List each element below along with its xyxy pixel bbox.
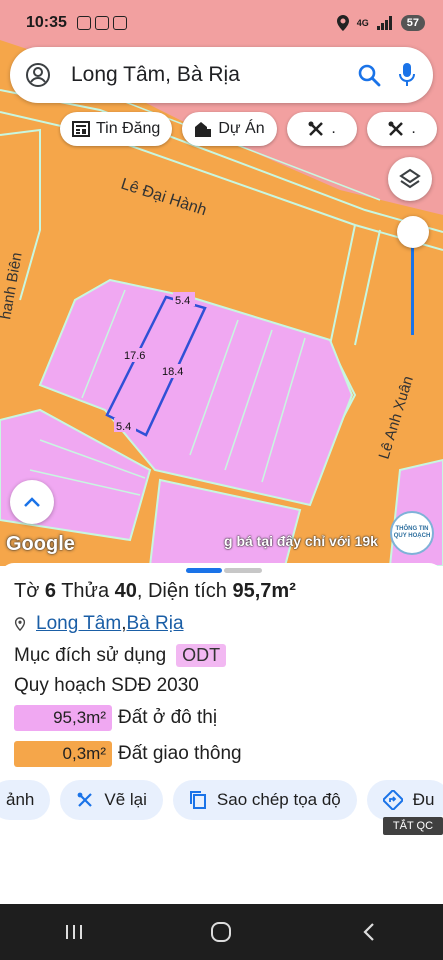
- chip-tools-1[interactable]: .: [286, 112, 357, 146]
- location-icon: [336, 15, 349, 31]
- zoom-slider-handle[interactable]: [397, 216, 429, 248]
- status-time: 10:35: [26, 14, 67, 31]
- hide-ads-button[interactable]: TẮT QC: [383, 817, 443, 835]
- legend-residential-label: Đất ở đô thị: [118, 707, 218, 728]
- image-button-label: ảnh: [6, 790, 35, 809]
- screenshot-icon: [76, 16, 91, 30]
- system-nav-bar: [0, 904, 443, 960]
- copy-coordinates-label: Sao chép tọa độ: [216, 790, 341, 809]
- redraw-button[interactable]: Vẽ lại: [60, 780, 163, 820]
- legend-traffic-label: Đất giao thông: [118, 743, 242, 764]
- back-button[interactable]: [349, 912, 389, 952]
- dimension-label-left: 17.6: [122, 348, 150, 362]
- legend-residential-area: 95,3m²: [14, 705, 112, 731]
- layers-button[interactable]: [388, 157, 432, 201]
- promo-text[interactable]: g bá tại đây chỉ với 19k: [224, 533, 378, 549]
- contact-icon: [94, 16, 109, 30]
- copy-icon: [189, 791, 206, 809]
- account-icon[interactable]: [25, 62, 51, 88]
- parcel-location: Long Tâm, Bà Rịa: [14, 613, 184, 635]
- copy-coordinates-button[interactable]: Sao chép tọa độ: [172, 780, 357, 820]
- ward-link[interactable]: Long Tâm: [36, 613, 121, 635]
- status-right: 4G 57: [336, 15, 425, 31]
- newspaper-icon: [72, 121, 90, 137]
- legend-traffic-area: 0,3m²: [14, 741, 112, 767]
- to-number: 6: [44, 580, 57, 602]
- home-button[interactable]: [201, 912, 241, 952]
- chip-tools-2[interactable]: .: [366, 112, 437, 146]
- thua-number: 40: [114, 580, 137, 602]
- chip-tools-2-label: .: [411, 120, 416, 137]
- home-icon: [211, 922, 232, 942]
- purpose-label: Mục đích sử dụng: [14, 644, 167, 666]
- directions-label: Đu: [412, 790, 435, 809]
- layers-icon: [399, 168, 421, 189]
- directions-button[interactable]: Đu: [366, 780, 443, 820]
- parcel-title: Tờ 6 Thửa 40, Diện tích 95,7m²: [14, 580, 296, 602]
- sheet-handle[interactable]: [186, 568, 262, 573]
- mic-icon[interactable]: [399, 63, 415, 87]
- status-bar: 10:35 4G 57: [0, 0, 443, 46]
- parcel-area: 95,7m²: [232, 580, 296, 602]
- image-button[interactable]: ảnh: [0, 780, 51, 820]
- dimension-left: 17.6: [124, 350, 145, 362]
- recents-icon: [65, 925, 82, 939]
- legend-traffic: 0,3m² Đất giao thông: [14, 741, 242, 767]
- tools-icon: [388, 121, 404, 136]
- mail-icon: [112, 16, 127, 30]
- chip-tin-dang[interactable]: Tin Đăng: [60, 112, 173, 146]
- tools-icon: [308, 121, 324, 136]
- notification-icons: [76, 16, 127, 30]
- city-link[interactable]: Bà Rịa: [126, 613, 183, 635]
- battery-icon: 57: [400, 15, 425, 31]
- dimension-top: 5.4: [175, 295, 190, 307]
- chip-du-an-label: Dự Án: [218, 120, 265, 137]
- redraw-button-label: Vẽ lại: [104, 790, 147, 809]
- dimension-right: 18.4: [162, 366, 183, 378]
- filter-chips: Tin Đăng Dự Án . .: [60, 112, 437, 146]
- tools-icon: [77, 792, 93, 807]
- buildings-icon: [195, 122, 212, 137]
- chip-tin-dang-label: Tin Đăng: [96, 120, 161, 137]
- plan-label: Quy hoạch SDĐ 2030: [14, 675, 199, 696]
- network-type: 4G: [356, 17, 369, 28]
- purpose-code-badge: ODT: [176, 644, 227, 667]
- location-pin-icon: [14, 617, 26, 631]
- chip-tools-1-label: .: [331, 120, 336, 137]
- recents-button[interactable]: [54, 912, 94, 952]
- search-input[interactable]: Long Tâm, Bà Rịa: [71, 63, 357, 87]
- land-purpose: Mục đích sử dụng ODT: [14, 644, 227, 667]
- chevron-up-icon: [24, 497, 40, 507]
- action-buttons: ảnh Vẽ lại Sao chép tọa độ Đu: [0, 780, 443, 820]
- parcel-info-sheet: Tờ 6 Thửa 40, Diện tích 95,7m² Long Tâm,…: [0, 563, 443, 904]
- search-bar[interactable]: Long Tâm, Bà Rịa: [10, 47, 433, 103]
- search-icon[interactable]: [357, 63, 381, 87]
- dimension-label-top: 5.4: [173, 292, 195, 307]
- quy-hoach-badge[interactable]: THÔNG TIN QUY HOẠCH: [390, 511, 434, 555]
- signal-icon: [376, 16, 393, 30]
- legend-residential: 95,3m² Đất ở đô thị: [14, 705, 217, 731]
- dimension-bottom: 5.4: [116, 421, 131, 433]
- google-logo: Google: [6, 533, 75, 555]
- dimension-label-right: 18.4: [160, 364, 188, 378]
- expand-button[interactable]: [10, 480, 54, 524]
- back-icon: [363, 923, 374, 941]
- directions-icon: [382, 790, 403, 810]
- chip-du-an[interactable]: Dự Án: [182, 112, 277, 146]
- dimension-label-bottom: 5.4: [114, 418, 136, 433]
